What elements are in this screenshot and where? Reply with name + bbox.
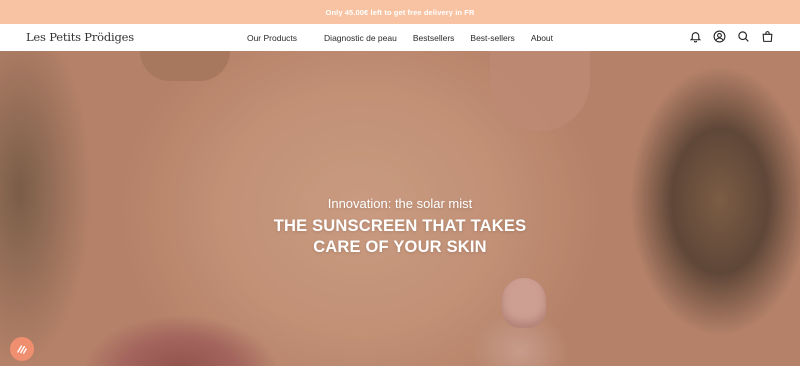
hero-subtitle: Innovation: the solar mist xyxy=(327,196,473,211)
hero-title-line-1: THE SUNSCREEN THAT TAKES xyxy=(273,217,527,235)
hero-banner[interactable]: Innovation: the solar mist THE SUNSCREEN… xyxy=(0,51,800,366)
announcement-text: Only 45.00€ left to get free delivery in… xyxy=(325,7,475,17)
hero-title: THE SUNSCREEN THAT TAKES CARE OF YOUR SK… xyxy=(0,216,800,258)
nav-about[interactable]: About xyxy=(531,33,553,43)
announcement-bar: Only 45.00€ left to get free delivery in… xyxy=(0,0,800,24)
account-icon[interactable] xyxy=(713,30,726,43)
nav-bestsellers[interactable]: Bestsellers xyxy=(413,33,455,43)
nav-best-sellers[interactable]: Best-sellers xyxy=(470,33,514,43)
bell-icon[interactable] xyxy=(689,30,702,43)
hero-text: Innovation: the solar mist THE SUNSCREEN… xyxy=(0,196,800,258)
site-header: Les Petits Prödiges Our Products Diagnos… xyxy=(0,24,800,52)
header-icons xyxy=(689,30,774,43)
cart-icon[interactable] xyxy=(761,30,774,43)
hero-title-line-2: CARE OF YOUR SKIN xyxy=(313,238,487,256)
nav-our-products[interactable]: Our Products xyxy=(247,33,297,43)
main-nav: Our Products Diagnostic de peau Bestsell… xyxy=(0,24,800,51)
nav-diagnostic-de-peau[interactable]: Diagnostic de peau xyxy=(324,33,397,43)
search-icon[interactable] xyxy=(737,30,750,43)
loyalty-badge-button[interactable] xyxy=(10,337,34,361)
loyalty-badge-icon xyxy=(17,345,27,354)
